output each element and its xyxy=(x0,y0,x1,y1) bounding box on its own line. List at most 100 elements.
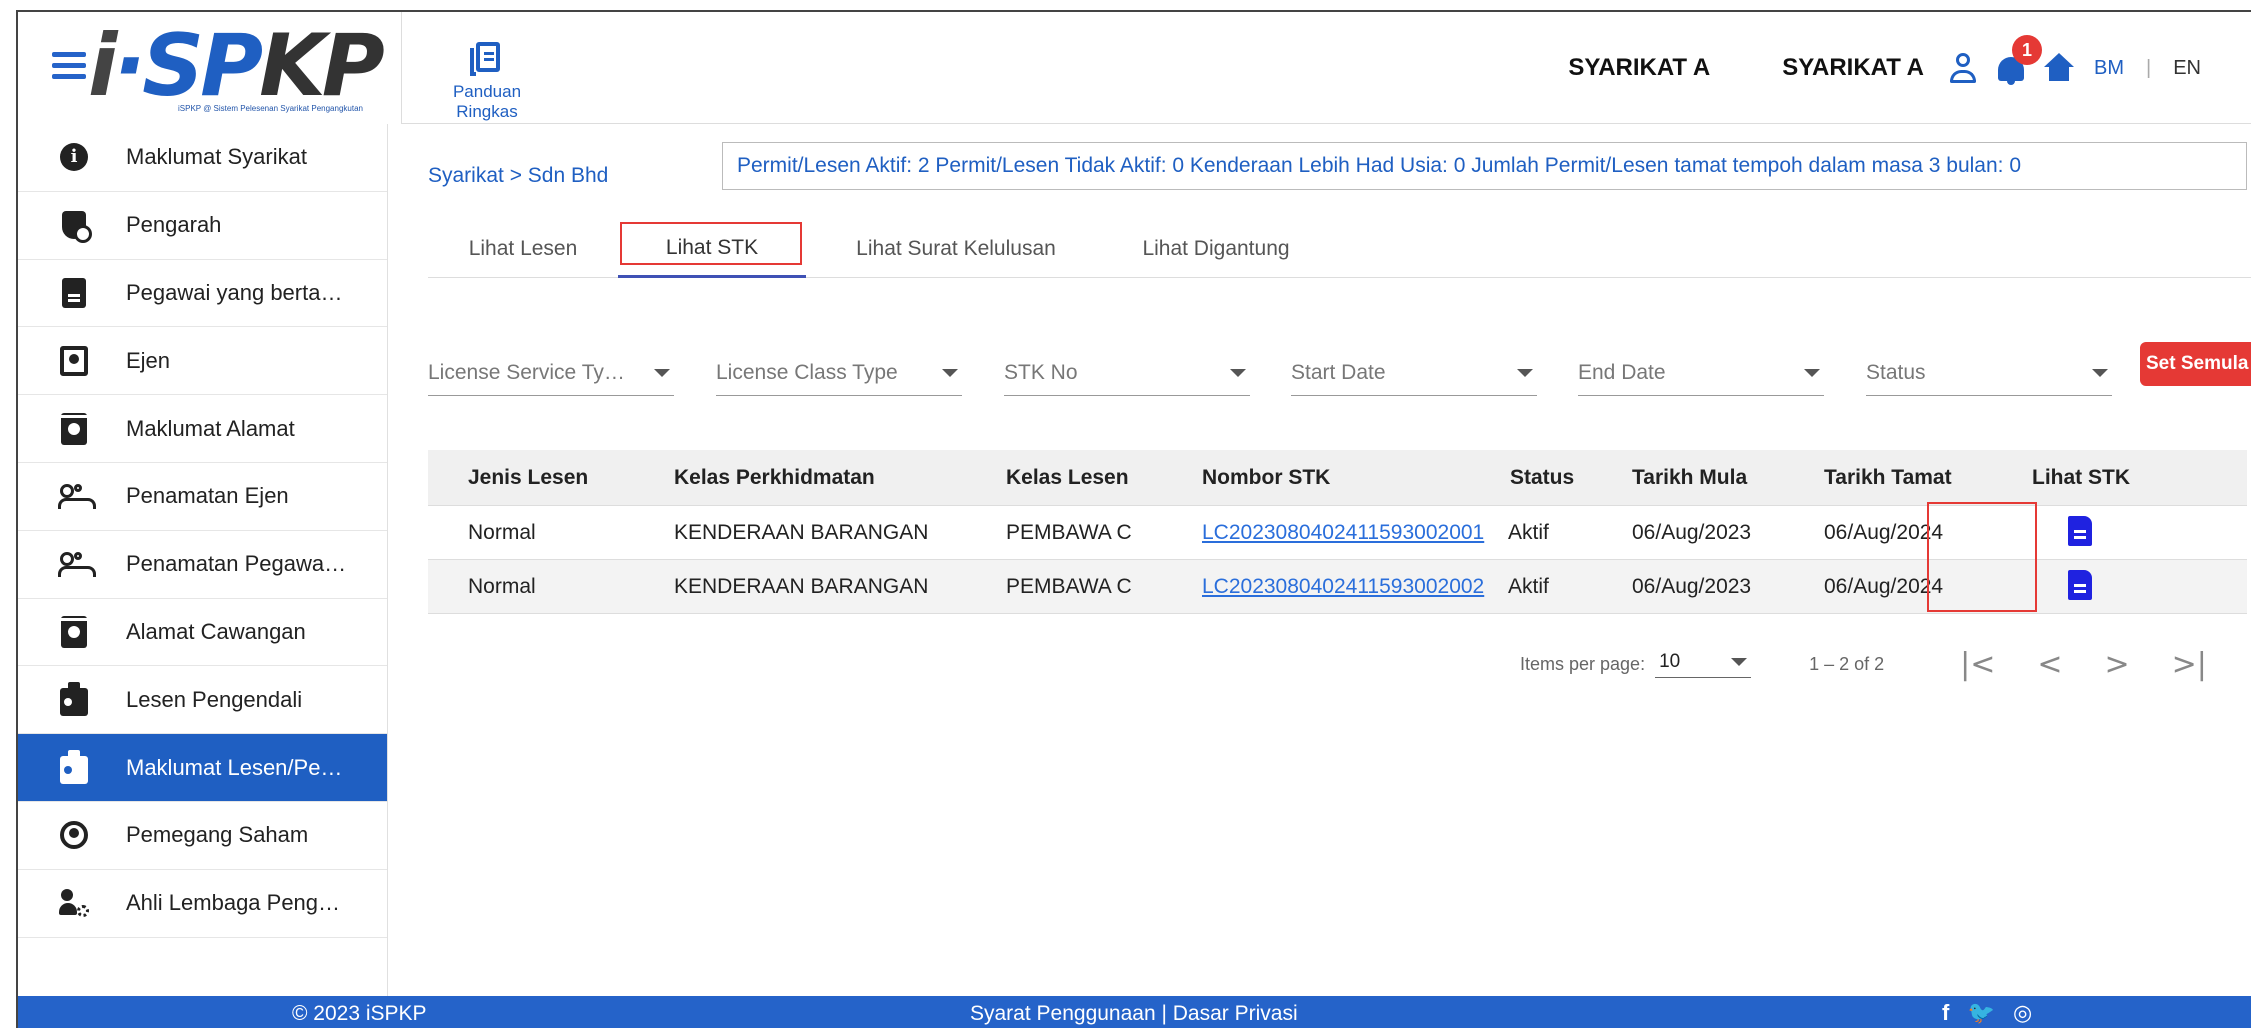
sidebar-item-ejen[interactable]: Ejen xyxy=(18,327,387,396)
sidebar-item-label: Ahli Lembaga Peng… xyxy=(126,890,341,916)
cell-tarikh-mula: 06/Aug/2023 xyxy=(1632,520,1752,544)
user-gear-icon xyxy=(59,889,89,918)
reset-button[interactable]: Set Semula xyxy=(2140,342,2251,386)
filter-license-class-type[interactable]: License Class Type xyxy=(716,350,962,396)
user-icon[interactable] xyxy=(1946,51,1980,85)
tab-bar: Lihat Lesen Lihat STK Lihat Surat Kelulu… xyxy=(428,220,2251,278)
chevron-down-icon xyxy=(2092,368,2108,377)
table-header: Jenis Lesen Kelas Perkhidmatan Kelas Les… xyxy=(428,450,2247,506)
sidebar-item-label: Pengarah xyxy=(126,212,222,238)
cell-tarikh-tamat: 06/Aug/2024 xyxy=(1824,574,1944,598)
chevron-down-icon xyxy=(1731,657,1748,666)
people-icon xyxy=(58,484,96,510)
sidebar-item-label: Pemegang Saham xyxy=(126,822,309,848)
filter-label: Status xyxy=(1866,360,1926,384)
col-status[interactable]: Status xyxy=(1510,466,1574,490)
tab-lihat-lesen[interactable]: Lihat Lesen xyxy=(428,220,618,278)
lang-en-link[interactable]: EN xyxy=(2173,57,2201,80)
cell-tarikh-tamat: 06/Aug/2024 xyxy=(1824,520,1944,544)
sidebar-item-penamatan-ejen[interactable]: Penamatan Ejen xyxy=(18,463,387,531)
app-window: i·SPKP iSPKP @ Sistem Pelesenan Syarikat… xyxy=(16,10,2251,1028)
cell-jenis-lesen: Normal xyxy=(468,574,536,598)
breadcrumb[interactable]: Syarikat > Sdn Bhd xyxy=(428,164,608,188)
filter-start-date[interactable]: Start Date xyxy=(1291,350,1537,396)
sidebar-item-label: Alamat Cawangan xyxy=(126,618,306,644)
social-icons[interactable]: f 🐦 ◎ xyxy=(1942,1000,2038,1026)
cell-tarikh-mula: 06/Aug/2023 xyxy=(1632,574,1752,598)
first-page-button[interactable]: |< xyxy=(1960,647,1995,682)
sidebar-item-lesen-pengendali[interactable]: Lesen Pengendali xyxy=(18,666,387,735)
items-per-page-select[interactable]: 10 xyxy=(1655,650,1752,678)
sidebar-item-label: Lesen Pengendali xyxy=(126,686,303,712)
sidebar-item-pegawai[interactable]: Pegawai yang berta… xyxy=(18,260,387,328)
sidebar-item-pengarah[interactable]: Pengarah xyxy=(18,192,387,260)
cell-kelas-lesen: PEMBAWA C xyxy=(1006,574,1132,598)
cell-status: Aktif xyxy=(1508,574,1549,598)
tab-lihat-stk[interactable]: Lihat STK xyxy=(618,220,806,278)
cell-kelas-perkhidmatan: KENDERAAN BARANGAN xyxy=(674,520,929,544)
sidebar-item-ahli-lembaga[interactable]: Ahli Lembaga Peng… xyxy=(18,870,387,938)
col-jenis-lesen[interactable]: Jenis Lesen xyxy=(468,466,588,490)
filter-label: License Class Type xyxy=(716,360,898,384)
col-tarikh-mula[interactable]: Tarikh Mula xyxy=(1632,466,1747,490)
contact-card-icon xyxy=(60,345,88,376)
sidebar-item-penamatan-pegawai[interactable]: Penamatan Pegawa… xyxy=(18,531,387,599)
filter-label: End Date xyxy=(1578,360,1666,384)
logo-subtitle: iSPKP @ Sistem Pelesenan Syarikat Pengan… xyxy=(178,104,363,113)
book-icon xyxy=(470,40,504,78)
col-lihat-stk: Lihat STK xyxy=(2032,465,2130,489)
quick-guide-button[interactable]: Panduan Ringkas xyxy=(422,40,552,122)
sidebar-item-label: Pegawai yang berta… xyxy=(126,279,343,305)
col-tarikh-tamat[interactable]: Tarikh Tamat xyxy=(1824,466,1952,490)
filter-license-service-type[interactable]: License Service Ty… xyxy=(428,350,674,396)
document-person-icon xyxy=(62,277,86,308)
sidebar-item-maklumat-alamat[interactable]: Maklumat Alamat xyxy=(18,395,387,463)
lang-bm-link[interactable]: BM xyxy=(2094,57,2124,80)
cell-kelas-lesen: PEMBAWA C xyxy=(1006,520,1132,544)
filter-end-date[interactable]: End Date xyxy=(1578,350,1824,396)
menu-icon[interactable] xyxy=(52,52,86,80)
main-content: Syarikat > Sdn Bhd Permit/Lesen Aktif: 2… xyxy=(390,124,2251,996)
sidebar-item-label: Penamatan Ejen xyxy=(126,483,289,509)
notification-badge: 1 xyxy=(2012,35,2042,65)
sidebar-item-pemegang-saham[interactable]: Pemegang Saham xyxy=(18,802,387,870)
stk-number-link[interactable]: LC202308040241159300200​1 xyxy=(1202,521,1484,545)
notification-bell-icon[interactable]: 1 xyxy=(1994,35,2042,85)
chevron-down-icon xyxy=(1517,368,1533,377)
home-icon[interactable] xyxy=(2042,51,2076,85)
sidebar-item-maklumat-lesen[interactable]: Maklumat Lesen/Pe… xyxy=(18,734,387,802)
tab-lihat-surat-kelulusan[interactable]: Lihat Surat Kelulusan xyxy=(806,220,1106,278)
people-icon xyxy=(58,552,96,578)
app-logo[interactable]: i·SPKP xyxy=(88,18,385,114)
paginator: Items per page: 10 1 – 2 of 2 |< < > >| xyxy=(1520,644,2207,684)
page-range: 1 – 2 of 2 xyxy=(1809,653,1885,674)
col-kelas-lesen[interactable]: Kelas Lesen xyxy=(1006,466,1129,490)
company-name-secondary: SYARIKAT A xyxy=(1782,54,1924,81)
view-stk-button[interactable] xyxy=(2068,516,2092,552)
header-actions: SYARIKAT A SYARIKAT A 1 BM | EN xyxy=(1568,12,2251,124)
tab-lihat-digantung[interactable]: Lihat Digantung xyxy=(1106,220,1326,278)
prev-page-button[interactable]: < xyxy=(2037,647,2062,682)
quick-guide-label: Panduan Ringkas xyxy=(452,82,522,121)
footer-links[interactable]: Syarat Penggunaan | Dasar Privasi xyxy=(970,1002,1298,1026)
filter-status[interactable]: Status xyxy=(1866,350,2112,396)
col-kelas-perkhidmatan[interactable]: Kelas Perkhidmatan xyxy=(674,466,875,490)
sidebar-item-alamat-cawangan[interactable]: Alamat Cawangan xyxy=(18,599,387,667)
last-page-button[interactable]: >| xyxy=(2172,647,2207,682)
id-badge-icon xyxy=(60,681,88,716)
lang-separator: | xyxy=(2146,56,2152,79)
chevron-down-icon xyxy=(1804,368,1820,377)
sidebar-item-maklumat-syarikat[interactable]: i Maklumat Syarikat xyxy=(18,124,387,192)
next-page-button[interactable]: > xyxy=(2105,647,2130,682)
items-per-page-value: 10 xyxy=(1659,650,1681,672)
stk-number-link[interactable]: LC2023080402411593002002 xyxy=(1202,575,1484,599)
filter-label: STK No xyxy=(1004,360,1078,384)
filter-stk-no[interactable]: STK No xyxy=(1004,350,1250,396)
chevron-down-icon xyxy=(1230,368,1246,377)
col-nombor-stk[interactable]: Nombor STK xyxy=(1202,466,1330,490)
view-stk-button[interactable] xyxy=(2068,570,2092,606)
shield-user-icon xyxy=(62,211,92,244)
company-name: SYARIKAT A xyxy=(1568,54,1711,81)
chevron-down-icon xyxy=(942,368,958,377)
sidebar-item-label: Penamatan Pegawa… xyxy=(126,551,347,577)
